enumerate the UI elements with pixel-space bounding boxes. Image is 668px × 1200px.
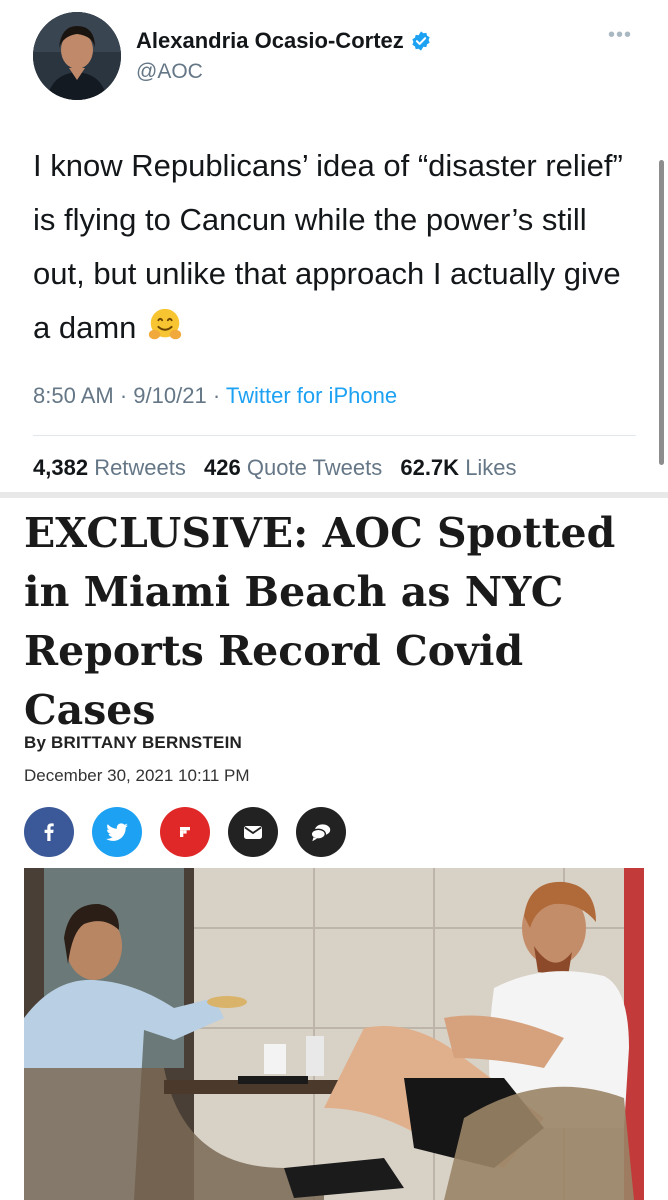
quotes-count: 426 — [204, 455, 241, 480]
tweet-text: I know Republicans’ idea of “disaster re… — [33, 139, 633, 361]
comment-icon — [310, 824, 331, 842]
facebook-share-button[interactable] — [24, 807, 74, 857]
verified-badge-icon — [412, 31, 430, 51]
author-name[interactable]: Alexandria Ocasio-Cortez — [136, 28, 432, 54]
more-options-icon[interactable]: ••• — [608, 24, 632, 47]
scrollbar[interactable] — [659, 160, 664, 465]
avatar[interactable] — [33, 12, 121, 100]
flipboard-share-button[interactable] — [160, 807, 210, 857]
retweets-stat[interactable]: 4,382 Retweets — [33, 455, 186, 480]
facebook-icon — [44, 823, 54, 841]
twitter-icon — [106, 823, 128, 841]
quote-tweets-stat[interactable]: 426 Quote Tweets — [204, 455, 382, 480]
hugging-face-emoji-icon — [146, 306, 184, 361]
tweet-meta: 8:50 AM · 9/10/21 · Twitter for iPhone — [33, 383, 397, 409]
likes-stat[interactable]: 62.7K Likes — [400, 455, 516, 480]
tweet-date: 9/10/21 — [133, 383, 207, 408]
tweet-stats: 4,382 Retweets 426 Quote Tweets 62.7K Li… — [33, 455, 517, 481]
tweet-source-link[interactable]: Twitter for iPhone — [226, 383, 397, 408]
quotes-label: Quote Tweets — [246, 455, 383, 480]
article-photo[interactable] — [24, 868, 644, 1200]
share-buttons — [24, 807, 346, 857]
twitter-share-button[interactable] — [92, 807, 142, 857]
email-icon — [244, 826, 262, 839]
flipboard-icon — [180, 827, 190, 837]
article-headline[interactable]: EXCLUSIVE: AOC Spotted in Miami Beach as… — [24, 504, 644, 740]
retweets-count: 4,382 — [33, 455, 89, 480]
meta-separator: · — [119, 383, 134, 408]
likes-label: Likes — [465, 455, 517, 480]
likes-count: 62.7K — [400, 455, 460, 480]
email-share-button[interactable] — [228, 807, 278, 857]
author-handle[interactable]: @AOC — [136, 60, 203, 84]
article-card: EXCLUSIVE: AOC Spotted in Miami Beach as… — [0, 498, 668, 1200]
meta-separator: · — [212, 383, 226, 408]
author-name-text: Alexandria Ocasio-Cortez — [136, 28, 404, 53]
article-date: December 30, 2021 10:11 PM — [24, 766, 250, 785]
tweet-time: 8:50 AM — [33, 383, 114, 408]
comment-share-button[interactable] — [296, 807, 346, 857]
tweet-body: I know Republicans’ idea of “disaster re… — [33, 148, 623, 345]
retweets-label: Retweets — [94, 455, 186, 480]
divider — [33, 435, 636, 436]
article-byline[interactable]: By BRITTANY BERNSTEIN — [24, 733, 242, 753]
tweet-card: Alexandria Ocasio-Cortez @AOC ••• I know… — [0, 0, 668, 492]
